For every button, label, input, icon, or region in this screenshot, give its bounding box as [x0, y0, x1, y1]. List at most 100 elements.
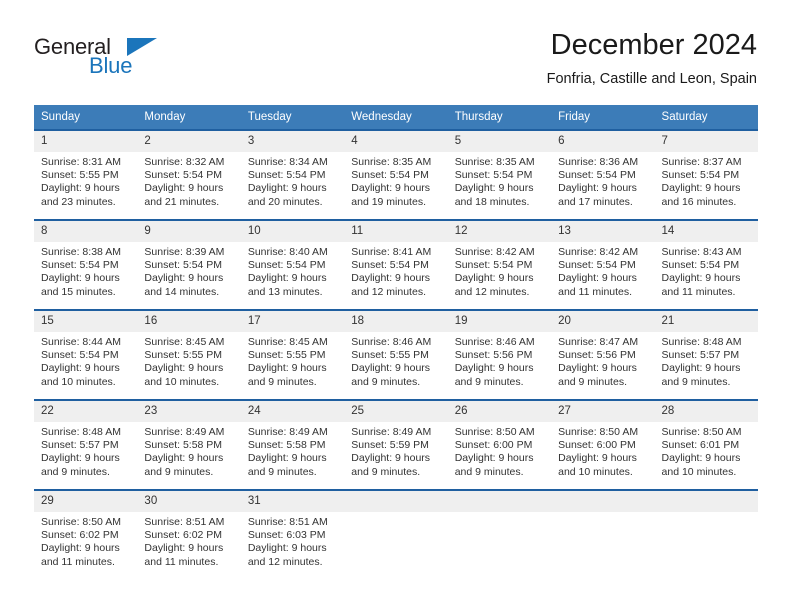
calendar-week-row: 15 Sunrise: 8:44 AM Sunset: 5:54 PM Dayligh… [34, 309, 758, 392]
daylight-duration-line2: and 16 minutes. [661, 195, 737, 208]
day-details: Sunrise: 8:51 AM Sunset: 6:03 PM Daylight:… [241, 512, 344, 569]
calendar-day[interactable]: 20 Sunrise: 8:47 AM Sunset: 5:56 PM Dayligh… [551, 309, 655, 390]
general-blue-logo[interactable]: General Blue [34, 34, 204, 82]
calendar-day[interactable]: 13 Sunrise: 8:42 AM Sunset: 5:54 PM Dayligh… [551, 219, 655, 300]
calendar-day[interactable]: 2 Sunrise: 8:32 AM Sunset: 5:54 PM Daylight… [137, 129, 241, 210]
calendar-day[interactable]: 29 Sunrise: 8:50 AM Sunset: 6:02 PM Dayligh… [34, 489, 138, 570]
calendar-day[interactable]: 18 Sunrise: 8:46 AM Sunset: 5:55 PM Dayligh… [344, 309, 448, 390]
calendar-day[interactable]: 28 Sunrise: 8:50 AM Sunset: 6:01 PM Dayligh… [654, 399, 758, 480]
daylight-duration-line1: Daylight: 9 hours [247, 452, 327, 465]
calendar-day[interactable]: 16 Sunrise: 8:45 AM Sunset: 5:55 PM Dayligh… [137, 309, 241, 390]
day-number: 10 [240, 221, 345, 242]
sunset-time: Sunset: 5:59 PM [351, 439, 429, 452]
sunrise-time: Sunrise: 8:39 AM [144, 246, 225, 258]
calendar-cell: 5 Sunrise: 8:35 AM Sunset: 5:54 PM Daylight… [447, 129, 552, 212]
calendar-cell: 26 Sunrise: 8:50 AM Sunset: 6:00 PM Dayligh… [447, 399, 552, 482]
sunset-time: Sunset: 5:55 PM [41, 169, 119, 182]
daylight-duration-line1: Daylight: 9 hours [41, 272, 120, 285]
daylight-duration-line2: and 18 minutes. [454, 195, 530, 208]
daylight-duration-line2: and 9 minutes. [247, 465, 317, 478]
sunset-time: Sunset: 6:02 PM [144, 529, 223, 542]
weekday-header-thursday: Thursday [447, 105, 552, 129]
calendar-day-empty [654, 489, 758, 570]
daylight-duration-line2: and 14 minutes. [144, 285, 220, 298]
sunrise-time: Sunrise: 8:50 AM [558, 426, 639, 438]
calendar-day[interactable]: 26 Sunrise: 8:50 AM Sunset: 6:00 PM Dayligh… [447, 399, 552, 480]
calendar-day[interactable]: 3 Sunrise: 8:34 AM Sunset: 5:54 PM Daylight… [240, 129, 345, 210]
calendar-day[interactable]: 10 Sunrise: 8:40 AM Sunset: 5:54 PM Dayligh… [240, 219, 345, 300]
calendar-day[interactable]: 4 Sunrise: 8:35 AM Sunset: 5:54 PM Daylight… [344, 129, 448, 210]
calendar-day[interactable]: 6 Sunrise: 8:36 AM Sunset: 5:54 PM Daylight… [551, 129, 655, 210]
daylight-duration-line2: and 11 minutes. [661, 285, 736, 298]
calendar-day[interactable]: 12 Sunrise: 8:42 AM Sunset: 5:54 PM Dayligh… [447, 219, 552, 300]
daylight-duration-line2: and 19 minutes. [351, 195, 426, 208]
calendar-day[interactable]: 25 Sunrise: 8:49 AM Sunset: 5:59 PM Dayligh… [344, 399, 448, 480]
daylight-duration-line1: Daylight: 9 hours [454, 272, 534, 285]
sunrise-time: Sunrise: 8:35 AM [351, 156, 432, 168]
calendar-day[interactable]: 24 Sunrise: 8:49 AM Sunset: 5:58 PM Dayligh… [240, 399, 345, 480]
calendar-day[interactable]: 9 Sunrise: 8:39 AM Sunset: 5:54 PM Daylight… [137, 219, 241, 300]
daylight-duration-line1: Daylight: 9 hours [247, 542, 327, 555]
week-spacer-cell [34, 482, 758, 489]
calendar-cell: 23 Sunrise: 8:49 AM Sunset: 5:58 PM Dayligh… [137, 399, 241, 482]
day-number: 27 [551, 401, 655, 422]
calendar-day[interactable]: 14 Sunrise: 8:43 AM Sunset: 5:54 PM Dayligh… [654, 219, 758, 300]
sunset-time: Sunset: 5:54 PM [351, 169, 429, 182]
calendar-cell [447, 489, 552, 572]
calendar-day[interactable]: 15 Sunrise: 8:44 AM Sunset: 5:54 PM Dayligh… [34, 309, 138, 390]
week-spacer-cell [34, 302, 758, 309]
day-details: Sunrise: 8:45 AM Sunset: 5:55 PM Daylight:… [241, 332, 344, 389]
daylight-duration-line1: Daylight: 9 hours [661, 362, 741, 375]
sunrise-time: Sunrise: 8:49 AM [144, 426, 225, 438]
calendar-day[interactable]: 27 Sunrise: 8:50 AM Sunset: 6:00 PM Dayligh… [551, 399, 655, 480]
calendar-cell: 24 Sunrise: 8:49 AM Sunset: 5:58 PM Dayligh… [240, 399, 345, 482]
calendar-day[interactable]: 5 Sunrise: 8:35 AM Sunset: 5:54 PM Daylight… [447, 129, 552, 210]
weekday-header-tuesday: Tuesday [240, 105, 345, 129]
sunset-time: Sunset: 5:54 PM [144, 259, 223, 272]
calendar-day[interactable]: 23 Sunrise: 8:49 AM Sunset: 5:58 PM Dayligh… [137, 399, 241, 480]
calendar-day[interactable]: 31 Sunrise: 8:51 AM Sunset: 6:03 PM Dayligh… [240, 489, 345, 570]
calendar-cell: 27 Sunrise: 8:50 AM Sunset: 6:00 PM Dayligh… [551, 399, 655, 482]
day-number: 12 [447, 221, 552, 242]
sunset-time: Sunset: 5:55 PM [351, 349, 429, 362]
day-number [344, 491, 448, 512]
sunrise-time: Sunrise: 8:51 AM [144, 516, 225, 528]
daylight-duration-line1: Daylight: 9 hours [247, 272, 327, 285]
calendar-day[interactable]: 21 Sunrise: 8:48 AM Sunset: 5:57 PM Dayligh… [654, 309, 758, 390]
day-details: Sunrise: 8:37 AM Sunset: 5:54 PM Daylight:… [655, 152, 758, 209]
calendar-day[interactable]: 17 Sunrise: 8:45 AM Sunset: 5:55 PM Dayligh… [240, 309, 345, 390]
sunrise-time: Sunrise: 8:49 AM [351, 426, 432, 438]
day-details: Sunrise: 8:50 AM Sunset: 6:00 PM Daylight:… [551, 422, 654, 479]
day-number: 21 [654, 311, 758, 332]
calendar-day[interactable]: 1 Sunrise: 8:31 AM Sunset: 5:55 PM Daylight… [34, 129, 138, 210]
day-number: 13 [551, 221, 655, 242]
day-details: Sunrise: 8:38 AM Sunset: 5:54 PM Daylight:… [34, 242, 137, 299]
day-details: Sunrise: 8:48 AM Sunset: 5:57 PM Daylight:… [34, 422, 137, 479]
calendar-day[interactable]: 7 Sunrise: 8:37 AM Sunset: 5:54 PM Daylight… [654, 129, 758, 210]
day-details: Sunrise: 8:50 AM Sunset: 6:01 PM Daylight:… [655, 422, 758, 479]
calendar-day[interactable]: 11 Sunrise: 8:41 AM Sunset: 5:54 PM Dayligh… [344, 219, 448, 300]
calendar-cell: 7 Sunrise: 8:37 AM Sunset: 5:54 PM Daylight… [654, 129, 758, 212]
calendar-day[interactable]: 22 Sunrise: 8:48 AM Sunset: 5:57 PM Dayligh… [34, 399, 138, 480]
title-block: December 2024 Fonfria, Castille and Leon… [547, 28, 757, 90]
daylight-duration-line2: and 9 minutes. [661, 375, 731, 388]
sunset-time: Sunset: 5:55 PM [144, 349, 223, 362]
daylight-duration-line2: and 11 minutes. [41, 555, 115, 568]
calendar-day[interactable]: 30 Sunrise: 8:51 AM Sunset: 6:02 PM Dayligh… [137, 489, 241, 570]
daylight-duration-line1: Daylight: 9 hours [247, 362, 327, 375]
sunrise-time: Sunrise: 8:37 AM [661, 156, 742, 168]
daylight-duration-line1: Daylight: 9 hours [558, 272, 637, 285]
calendar-cell: 30 Sunrise: 8:51 AM Sunset: 6:02 PM Dayligh… [137, 489, 241, 572]
calendar-day[interactable]: 8 Sunrise: 8:38 AM Sunset: 5:54 PM Daylight… [34, 219, 138, 300]
day-number: 9 [137, 221, 241, 242]
sunrise-time: Sunrise: 8:31 AM [41, 156, 121, 168]
day-details: Sunrise: 8:44 AM Sunset: 5:54 PM Daylight:… [34, 332, 137, 389]
daylight-duration-line2: and 9 minutes. [454, 465, 524, 478]
calendar-cell: 8 Sunrise: 8:38 AM Sunset: 5:54 PM Daylight… [34, 219, 138, 302]
daylight-duration-line1: Daylight: 9 hours [144, 182, 224, 195]
calendar-day[interactable]: 19 Sunrise: 8:46 AM Sunset: 5:56 PM Dayligh… [447, 309, 552, 390]
sunrise-time: Sunrise: 8:45 AM [144, 336, 225, 348]
calendar-cell: 12 Sunrise: 8:42 AM Sunset: 5:54 PM Dayligh… [447, 219, 552, 302]
calendar-cell: 3 Sunrise: 8:34 AM Sunset: 5:54 PM Daylight… [240, 129, 345, 212]
calendar-day-empty [447, 489, 552, 570]
